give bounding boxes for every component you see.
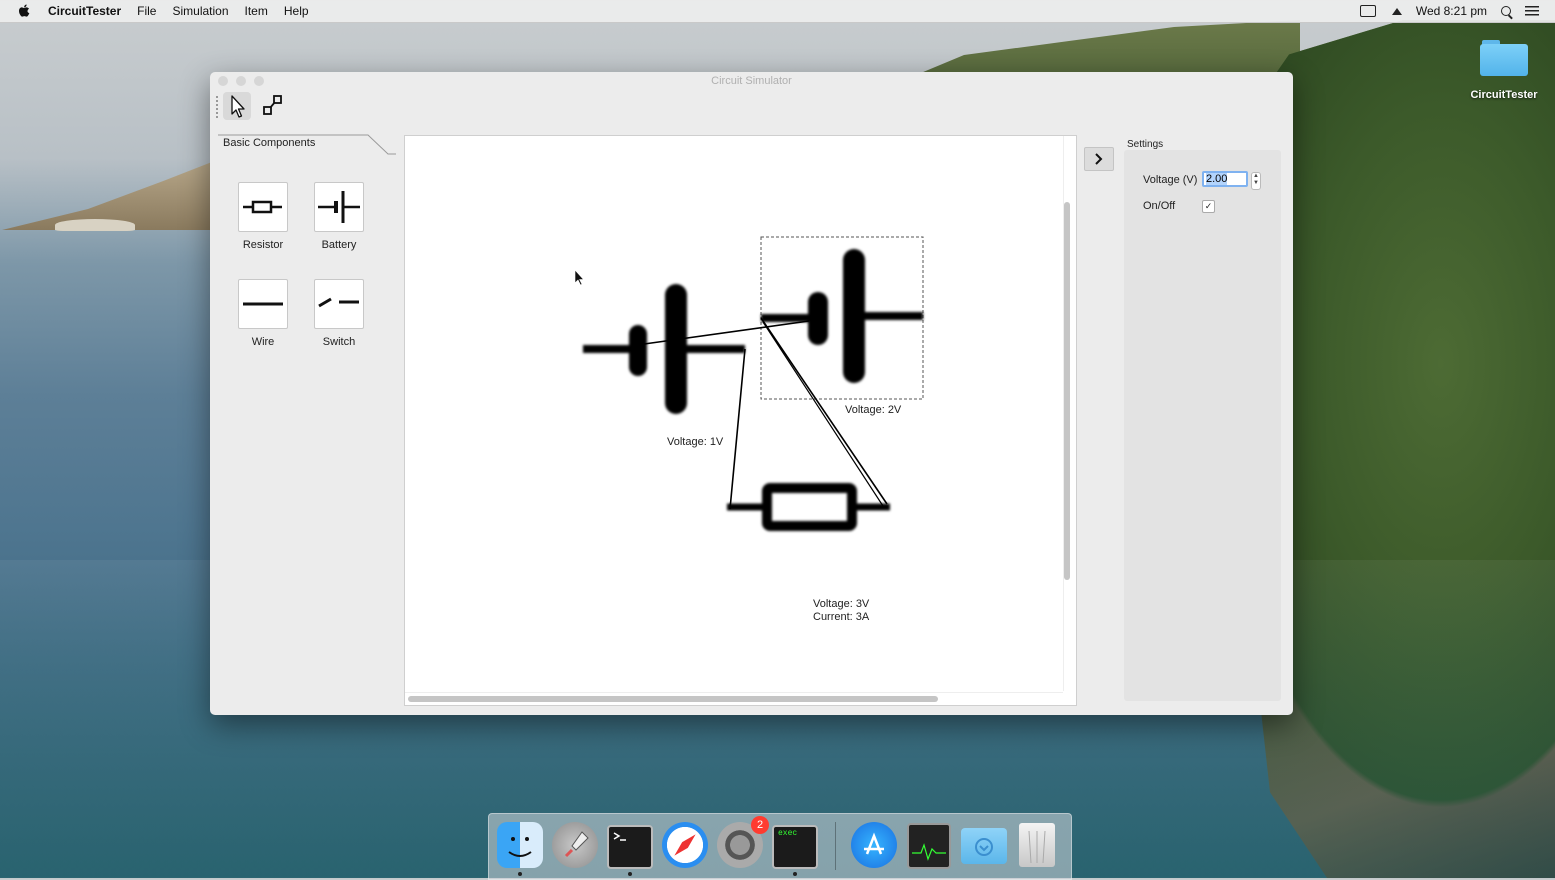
- circuit-drawing: [574, 236, 924, 531]
- component-wire[interactable]: Wire: [233, 279, 293, 348]
- onoff-label: On/Off: [1143, 200, 1176, 212]
- battery-tile[interactable]: [314, 182, 364, 232]
- apple-menu-icon[interactable]: [18, 4, 32, 18]
- terminal-running-indicator: [628, 872, 632, 876]
- component-label: Wire: [251, 336, 275, 348]
- notification-center-icon[interactable]: [1525, 6, 1539, 16]
- system-preferences-icon[interactable]: 2: [717, 816, 769, 868]
- activity-monitor-icon[interactable]: [907, 823, 951, 869]
- app-store-icon[interactable]: [851, 822, 897, 868]
- switch-icon: [318, 297, 359, 308]
- close-window-button[interactable]: [218, 76, 228, 86]
- component-label: Switch: [322, 336, 356, 348]
- eject-icon[interactable]: [1391, 7, 1402, 15]
- window-toolbar: [210, 90, 1293, 126]
- voltage-input[interactable]: 2.00: [1202, 171, 1248, 187]
- component-label: Battery: [321, 239, 357, 251]
- window-title: Circuit Simulator: [711, 75, 792, 87]
- voltage-label: Voltage (V): [1143, 174, 1198, 186]
- circuit-canvas[interactable]: Voltage: 1V Voltage: 2V Voltage: 3V Curr…: [404, 135, 1077, 706]
- switch-tile[interactable]: [314, 279, 364, 329]
- desktop-folder-label: CircuitTester: [1470, 89, 1538, 101]
- resistor-voltage-label: Voltage: 3V: [813, 598, 870, 610]
- resistor-element[interactable]: [727, 483, 890, 531]
- menu-item[interactable]: Item: [245, 4, 268, 18]
- voltage-stepper[interactable]: ▲ ▼: [1251, 172, 1261, 190]
- safari-icon[interactable]: [662, 822, 708, 868]
- menu-clock[interactable]: Wed 8:21 pm: [1416, 4, 1487, 18]
- toggle-settings-button[interactable]: [1084, 147, 1114, 171]
- resistor-tile[interactable]: [238, 182, 288, 232]
- exec-terminal-icon[interactable]: exec: [772, 825, 818, 869]
- battery-1-voltage-label: Voltage: 1V: [667, 436, 724, 448]
- pointer-tool-button[interactable]: [223, 92, 251, 120]
- connect-tool-button[interactable]: [258, 92, 286, 120]
- component-label: Resistor: [242, 239, 284, 251]
- notification-badge: 2: [751, 816, 769, 834]
- wire-icon: [243, 302, 283, 306]
- battery-2-voltage-label: Voltage: 2V: [845, 404, 902, 416]
- component-switch[interactable]: Switch: [309, 279, 369, 348]
- pointer-icon: [231, 95, 245, 118]
- wire-tile[interactable]: [238, 279, 288, 329]
- onoff-checkbox[interactable]: ✓: [1202, 200, 1215, 213]
- mouse-cursor-icon: [574, 269, 585, 286]
- battery-icon: [318, 191, 360, 223]
- downloads-folder-icon[interactable]: [961, 828, 1007, 864]
- battery-1-element[interactable]: [583, 284, 745, 414]
- window-traffic-lights: [218, 76, 264, 86]
- resistor-icon: [243, 200, 282, 214]
- horizontal-scrollbar[interactable]: [408, 696, 938, 702]
- connect-nodes-icon: [263, 95, 282, 115]
- component-battery[interactable]: Battery: [309, 182, 369, 251]
- trash-icon[interactable]: [1019, 823, 1055, 867]
- component-resistor[interactable]: Resistor: [233, 182, 293, 251]
- menu-simulation[interactable]: Simulation: [172, 4, 228, 18]
- resistor-current-label: Current: 3A: [813, 611, 870, 623]
- vertical-scrollbar[interactable]: [1064, 202, 1070, 580]
- menu-bar: CircuitTester File Simulation Item Help …: [0, 0, 1555, 23]
- battery-2-element[interactable]: [761, 249, 923, 383]
- dock: 2 exec: [488, 813, 1072, 880]
- zoom-window-button[interactable]: [254, 76, 264, 86]
- menu-help[interactable]: Help: [284, 4, 309, 18]
- launchpad-icon[interactable]: [552, 822, 598, 868]
- screen-mirroring-icon[interactable]: [1359, 5, 1378, 17]
- toolbar-grip: [216, 96, 218, 120]
- desktop-folder-circuittester[interactable]: CircuitTester: [1466, 38, 1542, 101]
- desktop-wallpaper-rock: [55, 219, 135, 231]
- circuit-simulator-window: Circuit Simulator Basic Components Resis…: [210, 72, 1293, 715]
- exec-running-indicator: [793, 872, 797, 876]
- finder-icon[interactable]: [497, 822, 543, 868]
- terminal-icon[interactable]: [607, 825, 653, 869]
- dock-separator: [835, 822, 836, 870]
- menu-file[interactable]: File: [137, 4, 156, 18]
- minimize-window-button[interactable]: [236, 76, 246, 86]
- exec-label: exec: [778, 829, 798, 838]
- voltage-value: 2.00: [1206, 173, 1228, 185]
- spotlight-search-icon[interactable]: [1501, 6, 1511, 16]
- components-sidebar: Basic Components Resistor Battery Wire S…: [210, 134, 400, 715]
- window-titlebar[interactable]: Circuit Simulator: [210, 72, 1293, 90]
- menu-app-name[interactable]: CircuitTester: [48, 4, 121, 18]
- settings-title: Settings: [1127, 139, 1164, 150]
- folder-icon: [1480, 38, 1528, 76]
- settings-panel: Voltage (V) 2.00 ▲ ▼ On/Off ✓: [1124, 150, 1281, 701]
- chevron-right-icon: [1095, 153, 1103, 165]
- tab-basic-components[interactable]: Basic Components: [218, 134, 371, 152]
- finder-running-indicator: [518, 872, 522, 876]
